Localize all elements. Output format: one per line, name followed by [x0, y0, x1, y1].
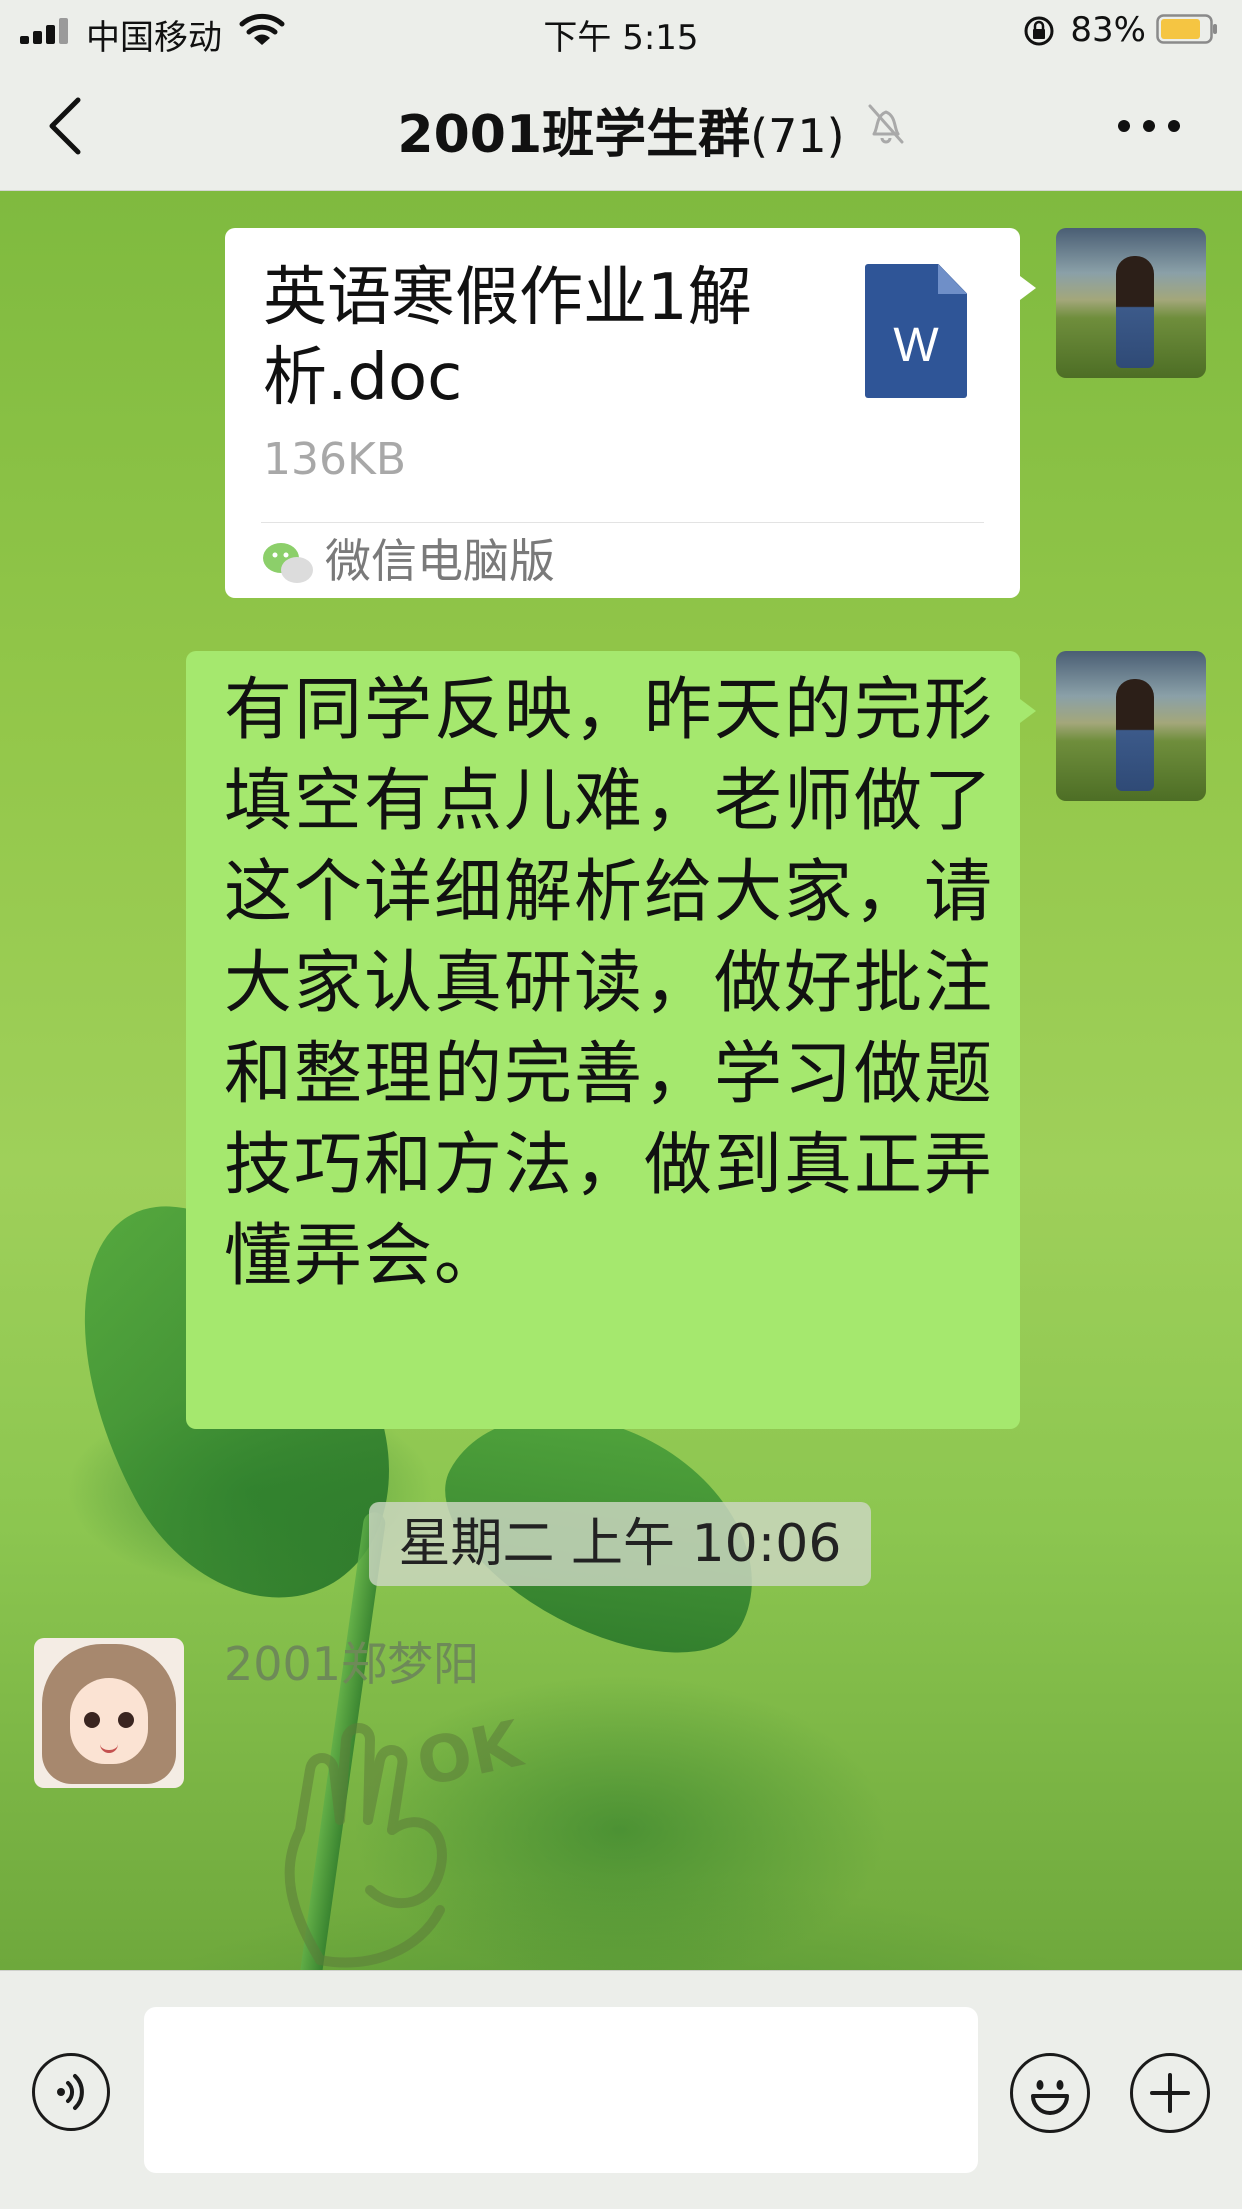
message-text: 有同学反映，昨天的完形填空有点儿难，老师做了这个详细解析给大家，请大家认真研读，…	[224, 671, 995, 1296]
member-count: (71)	[750, 109, 845, 163]
avatar-eye-left	[84, 1712, 100, 1728]
plus-icon	[1150, 2073, 1190, 2113]
sender-name: 2001郑梦阳	[224, 1637, 480, 1691]
status-bar: 中国移动 下午 5:15 83%	[0, 0, 1242, 62]
my-avatar[interactable]	[1056, 228, 1206, 378]
text-message[interactable]: 有同学反映，昨天的完形填空有点儿难，老师做了这个详细解析给大家，请大家认真研读，…	[186, 651, 1036, 1429]
battery-icon	[1156, 14, 1217, 44]
chat-header: 2001班学生群(71)	[0, 62, 1242, 191]
ok-sticker-text: OK	[411, 1710, 530, 1802]
battery-percent: 83%	[1070, 10, 1146, 50]
word-doc-icon: W	[865, 264, 967, 398]
file-message[interactable]: 英语寒假作业1解析.doc W 136KB 微信电脑版	[225, 228, 1036, 598]
file-name: 英语寒假作业1解析.doc	[263, 261, 752, 415]
file-source: 微信电脑版	[325, 534, 555, 588]
file-size: 136KB	[263, 434, 407, 485]
mute-icon	[868, 104, 904, 144]
voice-button[interactable]	[32, 2053, 110, 2131]
avatar-figure	[1116, 679, 1154, 791]
word-doc-letter: W	[893, 319, 939, 372]
emoji-button[interactable]	[1010, 2053, 1090, 2133]
sender-avatar[interactable]	[34, 1638, 184, 1788]
more-icon[interactable]	[1116, 114, 1182, 138]
message-input[interactable]	[144, 2007, 978, 2173]
orientation-lock-icon	[1024, 16, 1054, 46]
ok-hand-sticker[interactable]: OK	[250, 1710, 550, 1970]
plus-button[interactable]	[1130, 2053, 1210, 2133]
avatar-eye-right	[118, 1712, 134, 1728]
file-divider	[261, 522, 984, 523]
emoji-icon	[1031, 2080, 1069, 2115]
avatar-figure	[1116, 256, 1154, 368]
voice-icon	[57, 2074, 84, 2110]
message-timestamp: 星期二 上午 10:06	[369, 1502, 871, 1586]
input-bar	[0, 1970, 1242, 2209]
chat-title[interactable]: 2001班学生群(71)	[0, 92, 1242, 167]
wechat-icon	[263, 543, 313, 583]
my-avatar[interactable]	[1056, 651, 1206, 801]
group-name: 2001班学生群	[397, 105, 751, 165]
